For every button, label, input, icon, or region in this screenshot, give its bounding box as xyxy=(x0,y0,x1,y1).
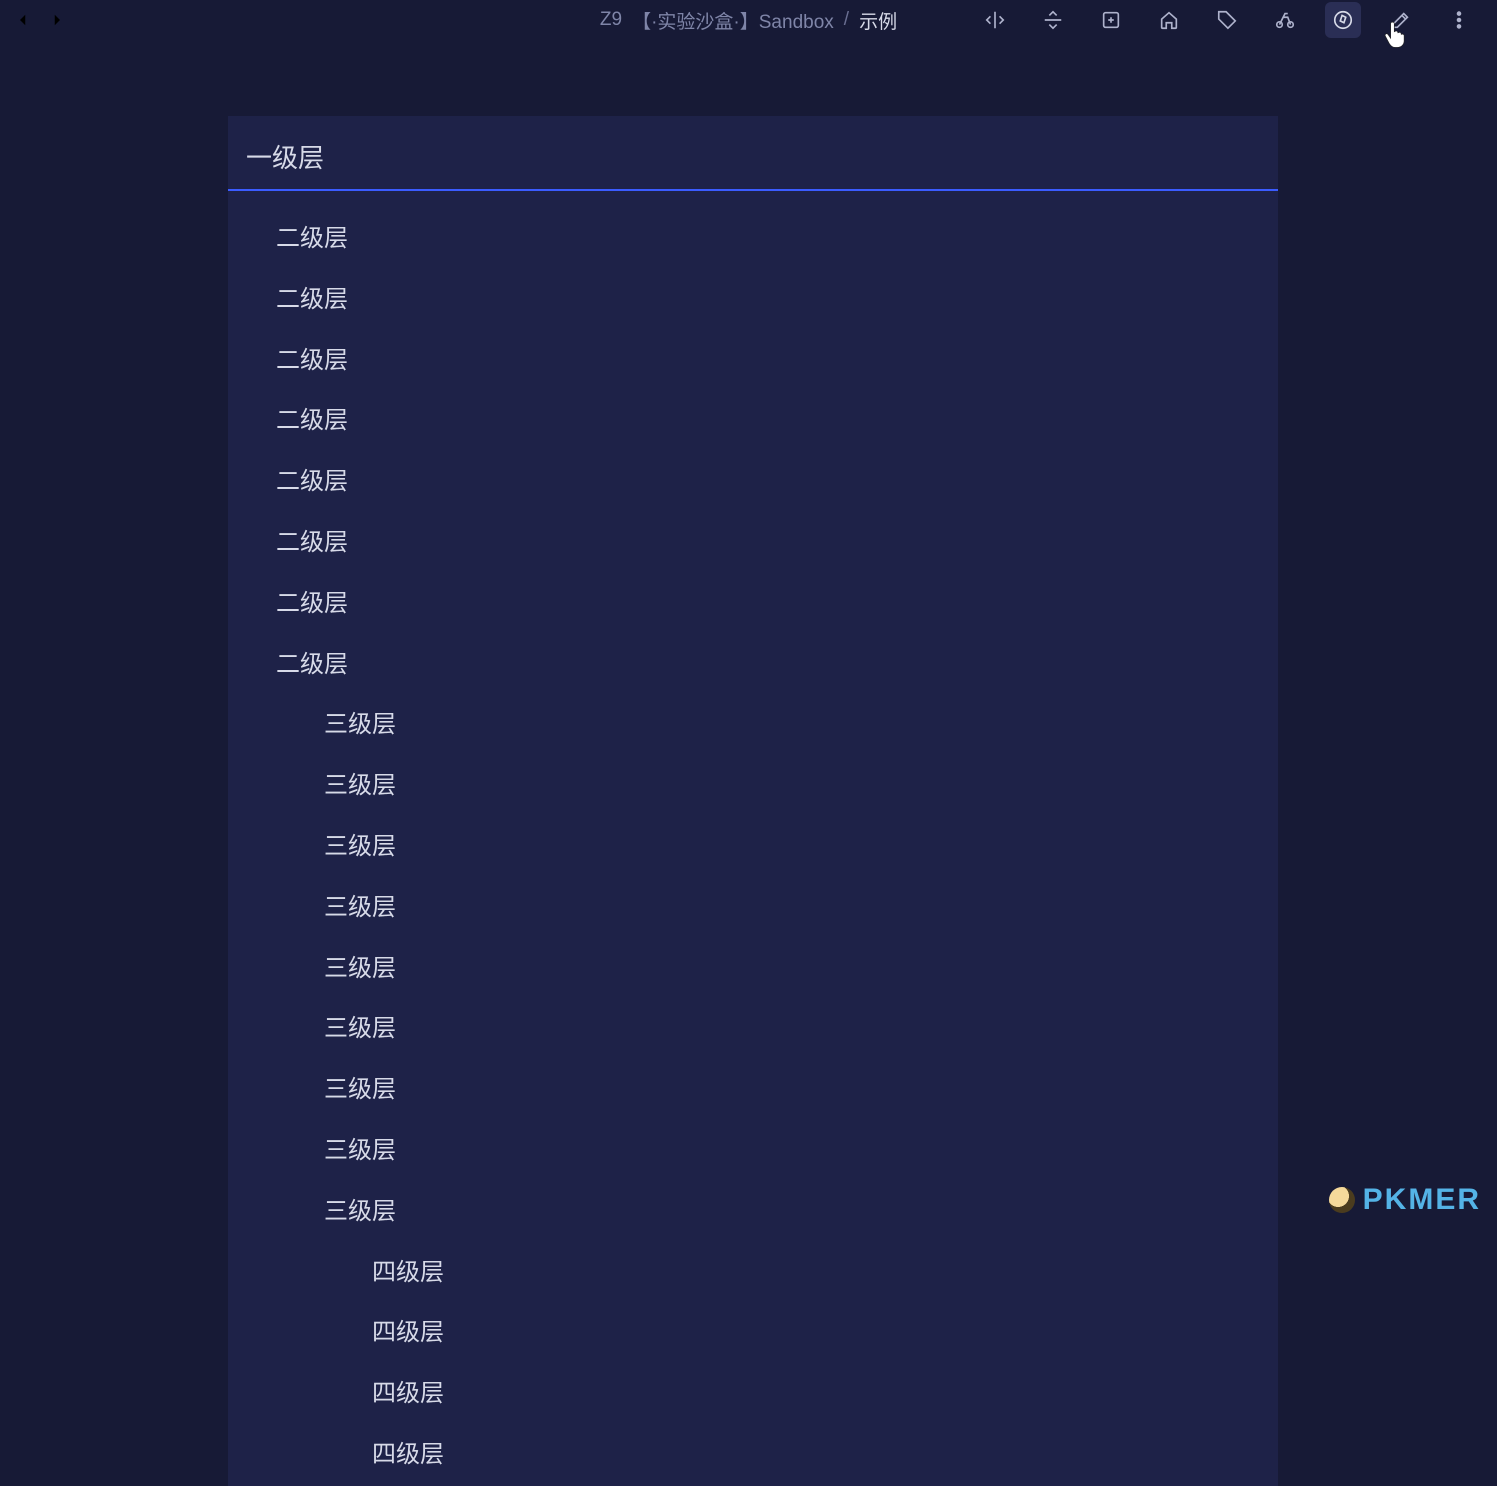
heading-level-3: 三级层 xyxy=(228,756,1278,817)
heading-level-2: 二级层 xyxy=(228,452,1278,513)
breadcrumb-seg-2[interactable]: 【·实验沙盒·】Sandbox xyxy=(632,7,834,34)
heading-level-2: 二级层 xyxy=(228,209,1278,270)
heading-level-3: 三级层 xyxy=(228,817,1278,878)
heading-level-4: 四级层 xyxy=(228,1425,1278,1486)
tag-icon[interactable] xyxy=(1209,2,1245,38)
split-horizontal-icon[interactable] xyxy=(1035,2,1071,38)
heading-level-3: 三级层 xyxy=(228,939,1278,1000)
heading-level-3: 三级层 xyxy=(228,1060,1278,1121)
content-pane: 一级层 二级层二级层二级层二级层二级层二级层二级层二级层 三级层三级层三级层三级… xyxy=(228,116,1278,1486)
heading-level-2: 二级层 xyxy=(228,331,1278,392)
watermark: PKMER xyxy=(1329,1183,1481,1217)
heading-level-2: 二级层 xyxy=(228,513,1278,574)
heading-level-2: 二级层 xyxy=(228,391,1278,452)
watermark-logo-icon xyxy=(1329,1187,1355,1213)
heading-level-3: 三级层 xyxy=(228,695,1278,756)
home-icon[interactable] xyxy=(1151,2,1187,38)
breadcrumb-sep: / xyxy=(844,9,849,31)
heading-level-3: 三级层 xyxy=(228,878,1278,939)
heading-level-2: 二级层 xyxy=(228,270,1278,331)
heading-level-1: 一级层 xyxy=(228,116,1278,191)
heading-level-3: 三级层 xyxy=(228,1121,1278,1182)
heading-level-4: 四级层 xyxy=(228,1364,1278,1425)
heading-level-2: 二级层 xyxy=(228,574,1278,635)
heading-level-4: 四级层 xyxy=(228,1243,1278,1304)
add-note-icon[interactable] xyxy=(1093,2,1129,38)
heading-level-2: 二级层 xyxy=(228,635,1278,696)
breadcrumb-seg-1[interactable]: Z9 xyxy=(600,9,622,31)
toolbar-right xyxy=(977,2,1485,38)
breadcrumb-active[interactable]: 示例 xyxy=(859,7,897,34)
heading-level-3: 三级层 xyxy=(228,1182,1278,1243)
heading-level-3: 三级层 xyxy=(228,999,1278,1060)
edit-icon[interactable] xyxy=(1383,2,1419,38)
more-icon[interactable] xyxy=(1441,2,1477,38)
nav-back-button[interactable] xyxy=(12,9,34,31)
split-vertical-icon[interactable] xyxy=(977,2,1013,38)
bike-icon[interactable] xyxy=(1267,2,1303,38)
watermark-text: PKMER xyxy=(1363,1183,1481,1217)
nav-forward-button[interactable] xyxy=(46,9,68,31)
compass-icon[interactable] xyxy=(1325,2,1361,38)
heading-level-4: 四级层 xyxy=(228,1303,1278,1364)
breadcrumb: Z9 【·实验沙盒·】Sandbox / 示例 xyxy=(600,7,897,34)
